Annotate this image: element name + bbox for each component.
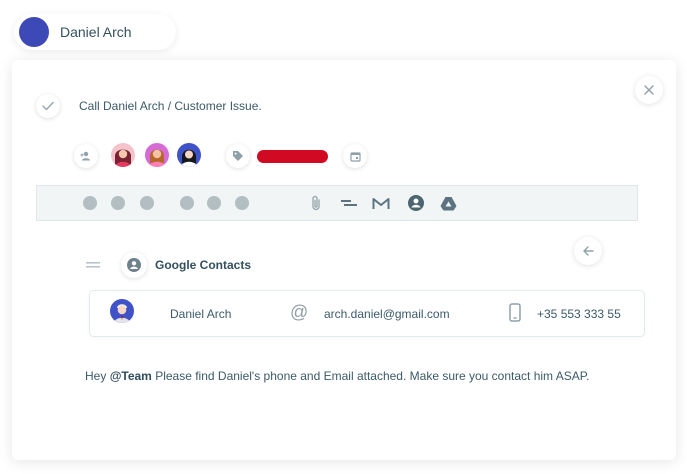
message-prefix: Hey bbox=[85, 369, 110, 383]
calendar-icon bbox=[349, 151, 361, 162]
message-text: Please find Daniel's phone and Email att… bbox=[151, 369, 590, 383]
contact-name: Daniel Arch bbox=[170, 307, 232, 321]
email-icon: @ bbox=[290, 302, 309, 322]
toolbar-dot-3[interactable] bbox=[140, 196, 154, 210]
contacts-badge bbox=[121, 252, 147, 278]
task-message: Hey @Team Please find Daniel's phone and… bbox=[85, 369, 590, 383]
back-button[interactable] bbox=[574, 237, 602, 265]
tag-icon bbox=[233, 151, 243, 161]
phone-icon bbox=[509, 303, 521, 322]
contact-card[interactable]: Daniel Arch @ arch.daniel@gmail.com +35 … bbox=[89, 290, 645, 337]
task-header: Call Daniel Arch / Customer Issue. bbox=[36, 94, 262, 118]
complete-task-button[interactable] bbox=[36, 94, 60, 118]
check-icon bbox=[42, 101, 54, 111]
user-name: Daniel Arch bbox=[60, 24, 132, 40]
due-date-button[interactable] bbox=[343, 144, 367, 168]
attachment-icon[interactable] bbox=[307, 194, 325, 212]
user-pill[interactable]: Daniel Arch bbox=[14, 14, 176, 50]
editor-toolbar bbox=[36, 185, 638, 221]
task-meta bbox=[74, 143, 374, 169]
contacts-title: Google Contacts bbox=[155, 258, 252, 272]
user-avatar bbox=[19, 17, 49, 47]
toolbar-dot-1[interactable] bbox=[83, 196, 97, 210]
arrow-left-icon bbox=[582, 246, 594, 256]
contact-icon bbox=[127, 258, 141, 272]
assignee-avatar-1[interactable] bbox=[111, 143, 135, 167]
contacts-icon[interactable] bbox=[407, 194, 425, 212]
tag-button[interactable] bbox=[226, 144, 250, 168]
drag-handle-icon[interactable] bbox=[86, 262, 100, 268]
assign-user-button[interactable] bbox=[74, 144, 98, 168]
contact-phone[interactable]: +35 553 333 55 bbox=[537, 307, 621, 321]
tag-label[interactable] bbox=[257, 150, 328, 163]
contact-email[interactable]: arch.daniel@gmail.com bbox=[324, 307, 450, 321]
team-mention[interactable]: @Team bbox=[110, 369, 152, 383]
close-button[interactable] bbox=[635, 76, 663, 104]
contact-avatar bbox=[110, 299, 134, 323]
gmail-icon[interactable] bbox=[372, 194, 390, 212]
close-icon bbox=[644, 85, 654, 95]
align-icon[interactable] bbox=[340, 194, 358, 212]
toolbar-dot-5[interactable] bbox=[207, 196, 221, 210]
task-title: Call Daniel Arch / Customer Issue. bbox=[79, 99, 262, 113]
toolbar-dot-6[interactable] bbox=[235, 196, 249, 210]
assignee-avatar-3[interactable] bbox=[177, 143, 201, 167]
assignee-avatar-2[interactable] bbox=[145, 143, 169, 167]
drive-icon[interactable] bbox=[439, 194, 457, 212]
add-user-icon bbox=[80, 151, 90, 161]
task-card: Call Daniel Arch / Customer Issue. Googl… bbox=[12, 60, 676, 460]
google-contacts-header: Google Contacts bbox=[84, 237, 628, 280]
toolbar-dot-2[interactable] bbox=[111, 196, 125, 210]
toolbar-dot-4[interactable] bbox=[180, 196, 194, 210]
